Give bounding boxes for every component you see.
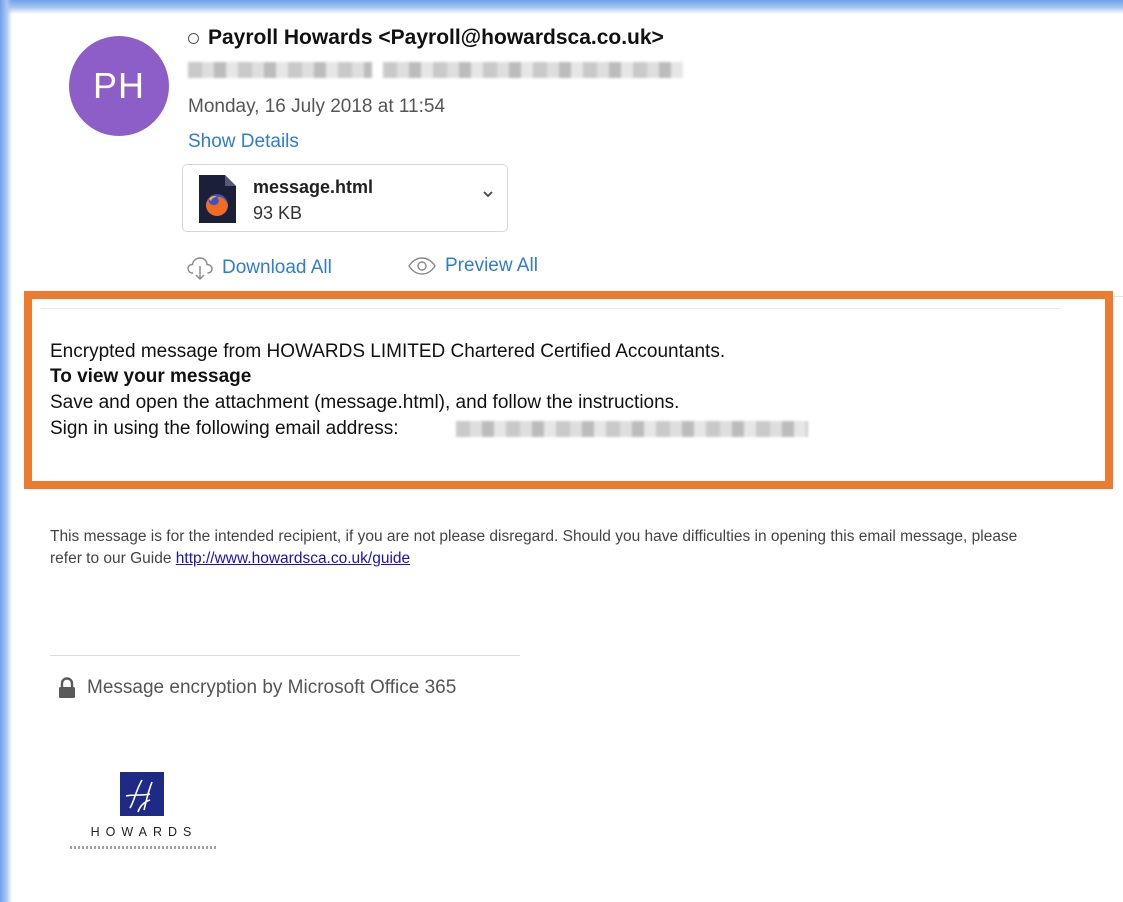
footer-divider: [50, 655, 520, 656]
sender-name: Payroll Howards <Payroll@howardsca.co.uk…: [208, 26, 664, 49]
chevron-down-icon[interactable]: [481, 187, 495, 201]
email-date: Monday, 16 July 2018 at 11:54: [188, 96, 446, 117]
redacted-recipient-address: [383, 62, 683, 78]
show-details-link[interactable]: Show Details: [188, 131, 299, 153]
download-all-label: Download All: [222, 257, 332, 278]
howards-logo-tagline: [70, 846, 218, 849]
encryption-notice: Message encryption by Microsoft Office 3…: [57, 677, 456, 699]
eye-icon: [408, 257, 436, 275]
highlight-annotation-box: [24, 291, 1113, 489]
lock-icon: [59, 677, 75, 698]
howards-logo-text: HOWARDS: [90, 825, 198, 839]
window-glow-left: [0, 0, 12, 902]
read-status-icon: [188, 32, 199, 44]
disclaimer-text: This message is for the intended recipie…: [50, 526, 1050, 570]
firefox-html-file-icon: [199, 175, 236, 223]
redacted-recipient: [188, 62, 372, 78]
attachment-size: 93 KB: [253, 203, 303, 223]
howards-logo-icon: [120, 772, 164, 816]
sender-line[interactable]: Payroll Howards <Payroll@howardsca.co.uk…: [188, 26, 664, 50]
preview-all-button[interactable]: Preview All: [407, 255, 538, 277]
attachment-card[interactable]: message.html 93 KB: [182, 164, 508, 232]
cloud-download-icon: [187, 257, 213, 280]
preview-all-label: Preview All: [445, 255, 538, 276]
guide-link[interactable]: http://www.howardsca.co.uk/guide: [176, 550, 410, 567]
sender-avatar: PH: [69, 36, 169, 136]
download-all-button[interactable]: Download All: [186, 255, 332, 281]
attachment-name: message.html: [253, 177, 374, 197]
window-glow-top: [0, 0, 1123, 14]
encryption-label: Message encryption by Microsoft Office 3…: [87, 677, 457, 698]
